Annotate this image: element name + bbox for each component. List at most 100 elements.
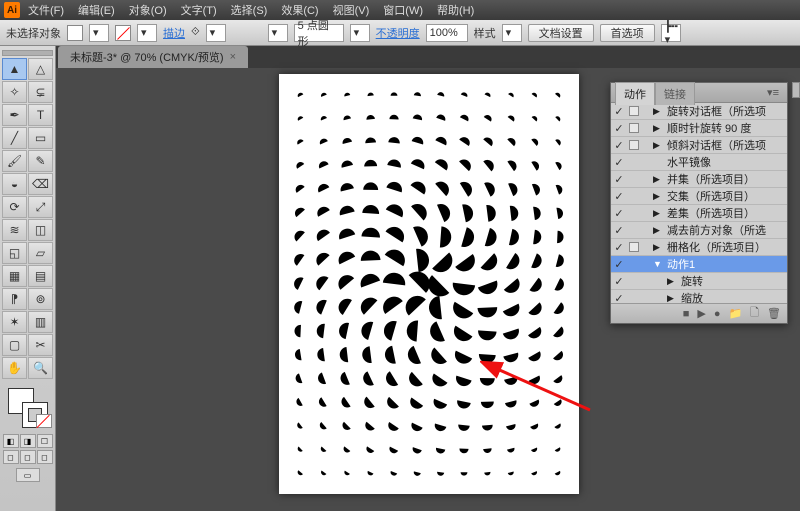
disclosure-icon[interactable]: ▶ — [653, 123, 663, 134]
action-row[interactable]: ✓▶交集（所选项目） — [611, 188, 787, 205]
style-dropdown[interactable]: ▾ — [502, 24, 522, 42]
record-icon[interactable]: ● — [714, 308, 721, 320]
check-icon[interactable]: ✓ — [613, 224, 625, 237]
none-color-icon[interactable] — [36, 414, 52, 428]
type-tool[interactable]: T — [28, 104, 53, 126]
blend-tool[interactable]: ⊚ — [28, 288, 53, 310]
align-dropdown[interactable]: ┣╍ ▾ — [661, 24, 681, 42]
prefs-button[interactable]: 首选项 — [600, 24, 655, 42]
disclosure-icon[interactable]: ▶ — [653, 225, 663, 236]
check-icon[interactable]: ✓ — [613, 156, 625, 169]
new-action-icon[interactable]: 🗋 — [750, 304, 759, 323]
disclosure-icon[interactable]: ▼ — [653, 259, 663, 269]
action-row[interactable]: ✓▶并集（所选项目） — [611, 171, 787, 188]
dialog-toggle-icon[interactable] — [629, 106, 639, 116]
eyedropper-tool[interactable]: ⁋ — [2, 288, 27, 310]
line-tool[interactable]: ╱ — [2, 127, 27, 149]
fill-dropdown[interactable]: ▾ — [89, 24, 109, 42]
panel-collapse-icon[interactable] — [792, 82, 800, 98]
stroke-link[interactable]: 描边 — [163, 25, 185, 41]
selection-tool[interactable]: ▲ — [2, 58, 27, 80]
graph-tool[interactable]: ▥ — [28, 311, 53, 333]
menu-window[interactable]: 窗口(W) — [377, 0, 429, 20]
action-row[interactable]: ✓▶顺时针旋转 90 度 — [611, 120, 787, 137]
artboard[interactable] — [279, 74, 579, 494]
dialog-toggle-icon[interactable] — [629, 242, 639, 252]
slice-tool[interactable]: ✂ — [28, 334, 53, 356]
brush-dropdown[interactable]: ▾ — [268, 24, 288, 42]
menu-object[interactable]: 对象(O) — [123, 0, 173, 20]
disclosure-icon[interactable]: ▶ — [667, 276, 677, 287]
opacity-link[interactable]: 不透明度 — [376, 25, 420, 41]
disclosure-icon[interactable]: ▶ — [653, 174, 663, 185]
actions-list[interactable]: ✓▶旋转对话框（所选项✓▶顺时针旋转 90 度✓▶倾斜对话框（所选项✓水平镜像✓… — [611, 103, 787, 303]
hand-tool[interactable]: ✋ — [2, 357, 27, 379]
menu-edit[interactable]: 编辑(E) — [72, 0, 121, 20]
disclosure-icon[interactable]: ▶ — [653, 242, 663, 253]
check-icon[interactable]: ✓ — [613, 207, 625, 220]
stroke-swatch[interactable] — [115, 25, 131, 41]
eraser-tool[interactable]: ⌫ — [28, 173, 53, 195]
check-icon[interactable]: ✓ — [613, 292, 625, 304]
draw-normal-icon[interactable]: ◻ — [3, 450, 19, 464]
brush-tool[interactable]: 🖌 — [2, 150, 27, 172]
dialog-toggle-icon[interactable] — [629, 140, 639, 150]
action-row[interactable]: ✓▶缩放 — [611, 290, 787, 303]
check-icon[interactable]: ✓ — [613, 122, 625, 135]
disclosure-icon[interactable]: ▶ — [653, 106, 663, 117]
check-icon[interactable]: ✓ — [613, 258, 625, 271]
doc-setup-button[interactable]: 文档设置 — [528, 24, 594, 42]
gradient-tool[interactable]: ▤ — [28, 265, 53, 287]
action-row[interactable]: ✓水平镜像 — [611, 154, 787, 171]
panel-menu-icon[interactable]: ▾≡ — [763, 86, 783, 99]
mesh-tool[interactable]: ▦ — [2, 265, 27, 287]
action-row[interactable]: ✓▶倾斜对话框（所选项 — [611, 137, 787, 154]
menu-help[interactable]: 帮助(H) — [431, 0, 480, 20]
free-transform-tool[interactable]: ◫ — [28, 219, 53, 241]
delete-icon[interactable]: 🗑 — [767, 307, 781, 320]
zoom-tool[interactable]: 🔍 — [28, 357, 53, 379]
menu-file[interactable]: 文件(F) — [22, 0, 70, 20]
draw-inside-icon[interactable]: ◻ — [37, 450, 53, 464]
check-icon[interactable]: ✓ — [613, 190, 625, 203]
scale-tool[interactable]: ⤢ — [28, 196, 53, 218]
action-row[interactable]: ✓▶差集（所选项目） — [611, 205, 787, 222]
symbol-spray-tool[interactable]: ✶ — [2, 311, 27, 333]
perspective-tool[interactable]: ▱ — [28, 242, 53, 264]
strokeweight-dropdown[interactable]: ▾ — [206, 24, 226, 42]
pen-tool[interactable]: ✒ — [2, 104, 27, 126]
artboard-tool[interactable]: ▢ — [2, 334, 27, 356]
action-row[interactable]: ✓▼动作1 — [611, 256, 787, 273]
menu-select[interactable]: 选择(S) — [225, 0, 274, 20]
action-row[interactable]: ✓▶旋转对话框（所选项 — [611, 103, 787, 120]
menu-type[interactable]: 文字(T) — [175, 0, 223, 20]
dialog-toggle-icon[interactable] — [629, 123, 639, 133]
pencil-tool[interactable]: ✎ — [28, 150, 53, 172]
check-icon[interactable]: ✓ — [613, 241, 625, 254]
tab-actions[interactable]: 动作 — [615, 82, 655, 105]
check-icon[interactable]: ✓ — [613, 105, 625, 118]
disclosure-icon[interactable]: ▶ — [667, 293, 677, 304]
new-set-icon[interactable]: 📁 — [728, 307, 742, 320]
blob-brush-tool[interactable]: ◒ — [2, 173, 27, 195]
magic-wand-tool[interactable]: ✧ — [2, 81, 27, 103]
disclosure-icon[interactable]: ▶ — [653, 191, 663, 202]
fill-stroke-control[interactable] — [8, 388, 48, 428]
profile-dropdown[interactable]: ▾ — [350, 24, 370, 42]
disclosure-icon[interactable]: ▶ — [653, 140, 663, 151]
toolbox-grip[interactable] — [2, 50, 53, 56]
brush-profile[interactable]: 5 点圆形 — [294, 24, 344, 42]
document-tab[interactable]: 未标题-3* @ 70% (CMYK/预览) × — [58, 46, 248, 68]
action-row[interactable]: ✓▶旋转 — [611, 273, 787, 290]
lasso-tool[interactable]: ⊊ — [28, 81, 53, 103]
tab-links[interactable]: 链接 — [655, 82, 695, 105]
shape-builder-tool[interactable]: ◱ — [2, 242, 27, 264]
stroke-dropdown[interactable]: ▾ — [137, 24, 157, 42]
fill-swatch[interactable] — [67, 25, 83, 41]
draw-behind-icon[interactable]: ◻ — [20, 450, 36, 464]
opacity-value[interactable]: 100% — [426, 24, 468, 42]
stop-icon[interactable]: ■ — [683, 308, 690, 320]
play-icon[interactable]: ▶ — [697, 307, 705, 320]
screen-mode-icon[interactable]: ▭ — [16, 468, 40, 482]
check-icon[interactable]: ✓ — [613, 275, 625, 288]
